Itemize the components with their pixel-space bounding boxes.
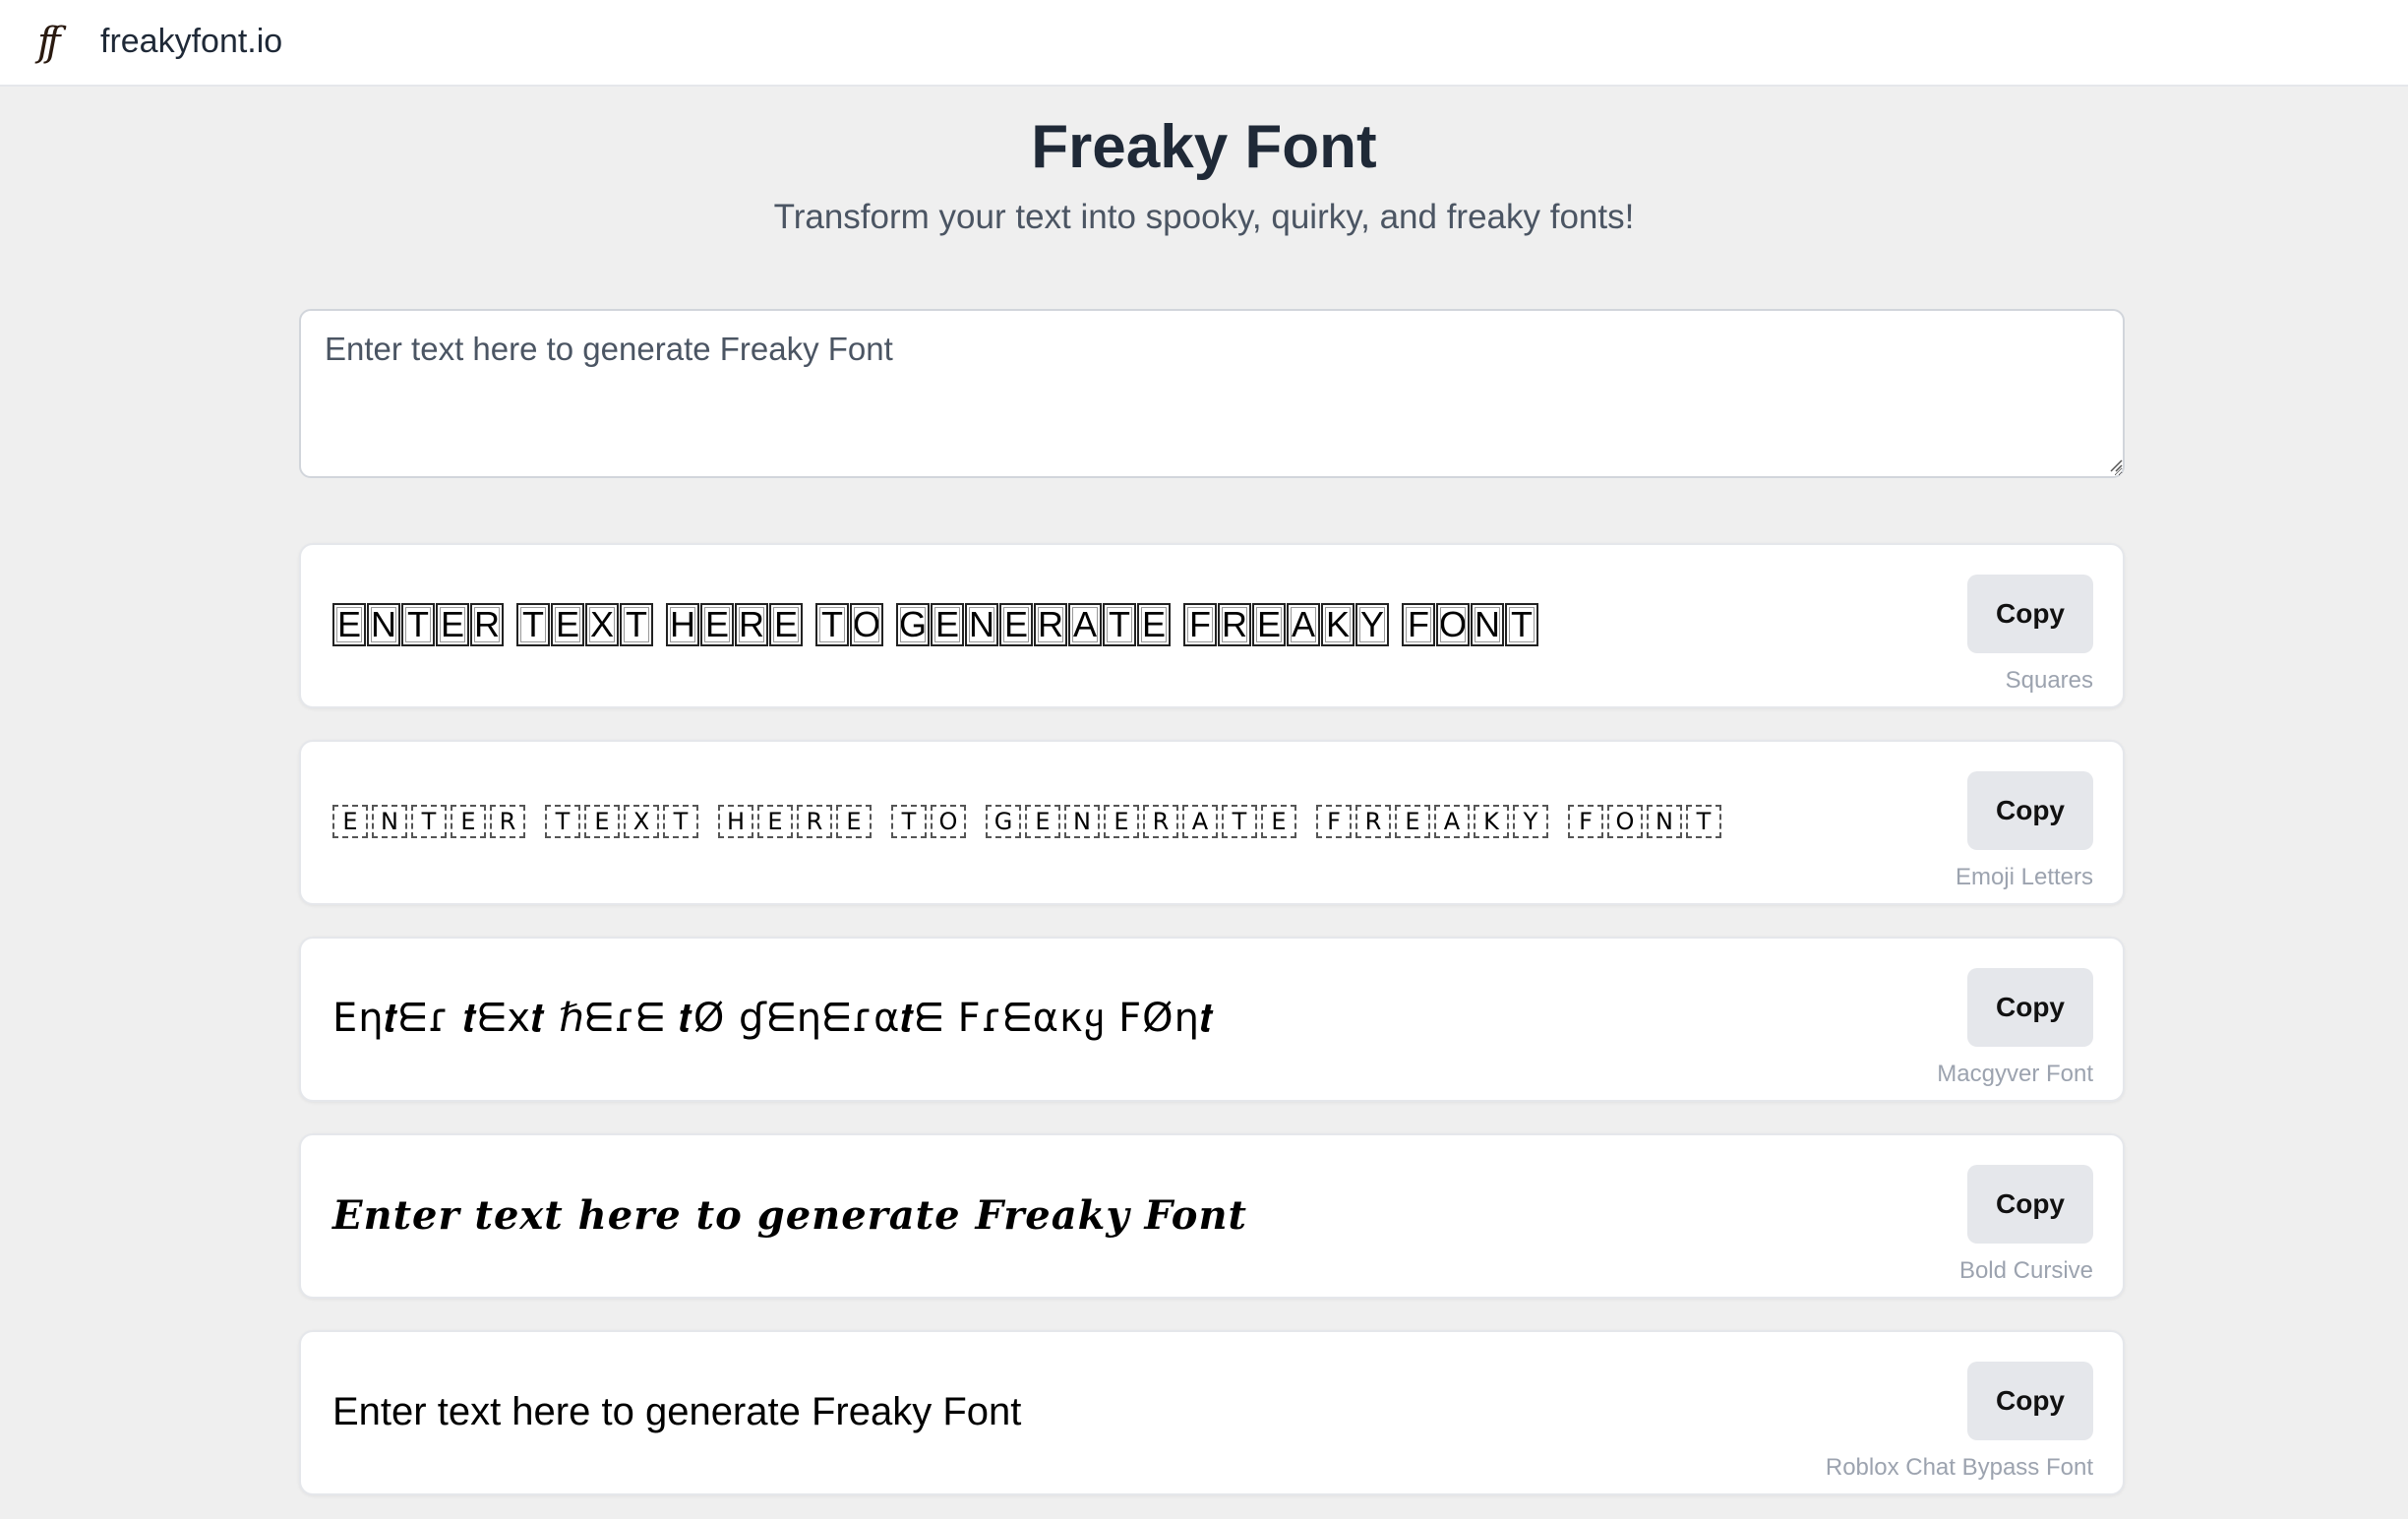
boxed-letter: O: [1436, 603, 1470, 646]
boxed-letter: E: [451, 805, 486, 838]
boxed-letter: H: [718, 805, 753, 838]
boxed-letter: E: [700, 603, 734, 646]
boxed-letter: R: [470, 603, 504, 646]
boxed-letter: F: [1568, 805, 1603, 838]
boxed-letter: N: [1647, 805, 1682, 838]
result-card-emoji-letters: ENTERTEXTHERETOGENERATEFREAKYFONT Copy E…: [299, 740, 2125, 905]
boxed-letter: O: [931, 805, 966, 838]
boxed-letter: H: [666, 603, 699, 646]
boxed-letter: E: [1395, 805, 1430, 838]
boxed-letter: A: [1287, 603, 1320, 646]
boxed-letter: E: [1104, 805, 1139, 838]
boxed-letter: Y: [1513, 805, 1548, 838]
boxed-letter: A: [1068, 603, 1102, 646]
boxed-letter: E: [332, 603, 366, 646]
result-card-roblox-bypass: Enter text here to generate Freaky Font …: [299, 1330, 2125, 1495]
boxed-letter: E: [1137, 603, 1171, 646]
page-title: Freaky Font: [1031, 113, 1377, 181]
boxed-letter: E: [332, 805, 368, 838]
result-card-bold-cursive: Enter text here to generate Freaky Font …: [299, 1133, 2125, 1299]
result-preview[interactable]: ENTERTEXTHERETOGENERATEFREAKYFONT: [332, 789, 1725, 854]
style-label: Squares: [2005, 667, 2093, 694]
boxed-letter: O: [850, 603, 883, 646]
boxed-letter: E: [769, 603, 803, 646]
copy-button[interactable]: Copy: [1967, 968, 2093, 1047]
boxed-letter: E: [999, 603, 1033, 646]
boxed-letter: E: [836, 805, 872, 838]
boxed-letter: N: [367, 603, 400, 646]
boxed-letter: F: [1316, 805, 1352, 838]
boxed-letter: T: [1505, 603, 1538, 646]
boxed-letter: T: [401, 603, 435, 646]
style-label: Macgyver Font: [1937, 1061, 2093, 1087]
boxed-letter: E: [436, 603, 469, 646]
boxed-letter: T: [663, 805, 698, 838]
boxed-letter: N: [1471, 603, 1504, 646]
logo-icon[interactable]: ff: [37, 20, 77, 65]
boxed-letter: K: [1474, 805, 1509, 838]
boxed-letter: X: [585, 603, 619, 646]
boxed-letter: E: [931, 603, 964, 646]
copy-button[interactable]: Copy: [1967, 575, 2093, 653]
copy-button[interactable]: Copy: [1967, 1165, 2093, 1244]
boxed-letter: X: [624, 805, 659, 838]
top-navbar: ff freakyfont.io: [0, 0, 2408, 87]
text-input[interactable]: [299, 309, 2125, 478]
boxed-letter: T: [891, 805, 927, 838]
boxed-letter: F: [1183, 603, 1217, 646]
boxed-letter: N: [1064, 805, 1100, 838]
boxed-letter: T: [411, 805, 447, 838]
boxed-letter: T: [815, 603, 849, 646]
boxed-letter: N: [965, 603, 998, 646]
boxed-letter: E: [1261, 805, 1296, 838]
boxed-letter: T: [1686, 805, 1721, 838]
result-preview[interactable]: Eη𝒕ᗴɾ 𝒕ᗴx𝒕 ℏᗴɾᗴ 𝒕Ø ɠᗴηᗴɾα𝒕ᗴ Fɾᗴακყ FØη𝒕: [332, 986, 1214, 1051]
boxed-letter: T: [1103, 603, 1136, 646]
result-card-squares: ENTERTEXTHERETOGENERATEFREAKYFONT Copy S…: [299, 543, 2125, 708]
boxed-letter: R: [797, 805, 832, 838]
result-preview[interactable]: Enter text here to generate Freaky Font: [332, 1183, 1247, 1247]
boxed-letter: A: [1434, 805, 1470, 838]
style-label: Emoji Letters: [1955, 864, 2093, 890]
boxed-letter: T: [545, 805, 580, 838]
boxed-letter: G: [986, 805, 1021, 838]
boxed-letter: O: [1607, 805, 1643, 838]
boxed-letter: E: [1252, 603, 1286, 646]
page-subtitle: Transform your text into spooky, quirky,…: [773, 198, 1635, 236]
copy-button[interactable]: Copy: [1967, 771, 2093, 850]
boxed-letter: E: [551, 603, 584, 646]
boxed-letter: R: [1355, 805, 1391, 838]
boxed-letter: F: [1402, 603, 1435, 646]
boxed-letter: R: [1143, 805, 1178, 838]
boxed-letter: N: [372, 805, 407, 838]
boxed-letter: E: [1025, 805, 1060, 838]
boxed-letter: E: [757, 805, 793, 838]
boxed-letter: T: [620, 603, 653, 646]
boxed-letter: T: [516, 603, 550, 646]
boxed-letter: G: [896, 603, 930, 646]
copy-button[interactable]: Copy: [1967, 1362, 2093, 1440]
boxed-letter: R: [490, 805, 525, 838]
boxed-letter: E: [584, 805, 620, 838]
boxed-letter: K: [1321, 603, 1354, 646]
style-label: Bold Cursive: [1958, 1257, 2093, 1284]
boxed-letter: R: [1218, 603, 1251, 646]
result-card-macgyver: Eη𝒕ᗴɾ 𝒕ᗴx𝒕 ℏᗴɾᗴ 𝒕Ø ɠᗴηᗴɾα𝒕ᗴ Fɾᗴακყ FØη𝒕 …: [299, 937, 2125, 1102]
result-preview[interactable]: Enter text here to generate Freaky Font: [332, 1379, 1021, 1444]
boxed-letter: Y: [1355, 603, 1389, 646]
boxed-letter: A: [1182, 805, 1218, 838]
style-label: Roblox Chat Bypass Font: [1825, 1454, 2093, 1481]
boxed-letter: R: [1034, 603, 1067, 646]
boxed-letter: R: [735, 603, 768, 646]
boxed-letter: T: [1222, 805, 1257, 838]
brand-link[interactable]: freakyfont.io: [100, 20, 282, 63]
result-preview[interactable]: ENTERTEXTHERETOGENERATEFREAKYFONT: [332, 592, 1539, 657]
